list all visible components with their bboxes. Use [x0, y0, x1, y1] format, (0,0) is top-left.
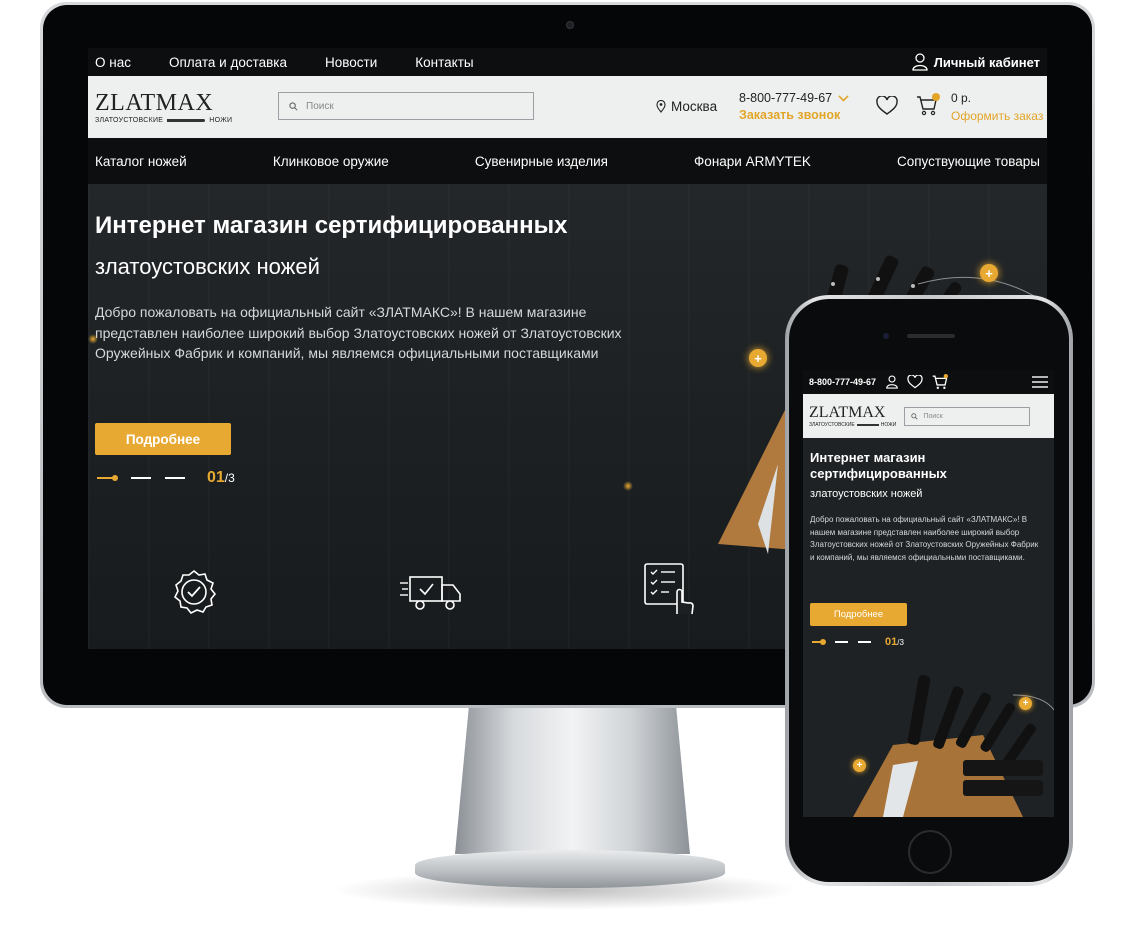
- mobile-logo-subtitle: ЗЛАТОУСТОВСКИЕ НОЖИ: [809, 422, 896, 428]
- catnav-knives[interactable]: Каталог ножей: [95, 154, 187, 169]
- phone-number[interactable]: 8-800-777-49-67: [739, 91, 849, 105]
- chevron-down-icon[interactable]: [838, 94, 849, 102]
- mobile-top-bar: 8-800-777-49-67: [803, 370, 1054, 394]
- badge-check-icon: [173, 569, 217, 615]
- mobile-logo-text: ZLATMAX: [809, 403, 886, 421]
- location-pin-icon: [656, 100, 666, 113]
- logo-text: ZLATMAX: [95, 89, 214, 116]
- slide-dot-2[interactable]: [835, 641, 848, 643]
- category-nav: Каталог ножей Клинковое оружие Сувенирны…: [88, 138, 1047, 184]
- search-placeholder: Поиск: [306, 100, 334, 112]
- nav-payment-delivery[interactable]: Оплата и доставка: [169, 55, 287, 70]
- hotspot-plus-icon[interactable]: +: [749, 349, 767, 367]
- mobile-knife-block-image: [853, 675, 1054, 817]
- logo[interactable]: ZLATMAX ЗЛАТОУСТОВСКИЕ НОЖИ: [95, 91, 245, 124]
- mobile-slider-pagination: 01/3: [812, 636, 904, 648]
- delivery-truck-icon: [400, 576, 461, 610]
- cart-info: 0 р. Оформить заказ: [951, 91, 1043, 123]
- camera-icon: [566, 21, 574, 29]
- mobile-slide-current: 01: [885, 636, 898, 648]
- knife-icon: [167, 118, 206, 122]
- city-label: Москва: [671, 99, 718, 114]
- mobile-search-input[interactable]: Поиск: [904, 406, 1031, 426]
- cart-badge: [932, 93, 940, 101]
- phone-number-text: 8-800-777-49-67: [739, 91, 833, 105]
- header: ZLATMAX ЗЛАТОУСТОВСКИЕ НОЖИ Поиск Москва…: [88, 76, 1047, 138]
- menu-burger-icon[interactable]: [1032, 376, 1048, 388]
- mobile-slide-total: /3: [897, 638, 904, 647]
- mobile-search-placeholder: Поиск: [923, 412, 943, 420]
- checklist-hand-icon: [644, 563, 694, 615]
- mobile-more-button[interactable]: Подробнее: [810, 603, 907, 626]
- more-button[interactable]: Подробнее: [95, 423, 231, 455]
- mobile-slide-counter: 01/3: [885, 636, 904, 648]
- cart-icon[interactable]: [932, 374, 949, 390]
- catnav-flashlights[interactable]: Фонари ARMYTEK: [694, 154, 811, 169]
- nav-about[interactable]: О нас: [95, 55, 131, 70]
- phone-block: 8-800-777-49-67 Заказать звонок: [739, 91, 849, 122]
- knife-icon: [856, 423, 879, 426]
- personal-account-link[interactable]: Личный кабинет: [912, 53, 1040, 71]
- logo-subtitle: ЗЛАТОУСТОВСКИЕ НОЖИ: [95, 117, 245, 124]
- glow-dot: [88, 334, 98, 344]
- heart-icon[interactable]: [907, 375, 923, 389]
- monitor-base: [415, 850, 725, 888]
- search-icon: [289, 101, 298, 110]
- glow-dot: [623, 481, 633, 491]
- phone-speaker: [907, 334, 955, 338]
- mobile-phone-number[interactable]: 8-800-777-49-67: [809, 377, 876, 387]
- monitor-stand: [455, 704, 690, 854]
- hero-subtitle: златоустовских ножей: [95, 254, 320, 279]
- city-selector[interactable]: Москва: [656, 99, 717, 114]
- slider-pagination: 01/3: [97, 469, 235, 487]
- mobile-hero-title: Интернет магазин сертифицированных: [810, 450, 947, 481]
- hero-description: Добро пожаловать на официальный сайт «ЗЛ…: [95, 304, 622, 361]
- front-camera-icon: [883, 333, 889, 339]
- callback-link[interactable]: Заказать звонок: [739, 108, 849, 122]
- cart-sum: 0 р.: [951, 91, 972, 105]
- catnav-related-goods[interactable]: Сопуствующие товары: [897, 154, 1040, 169]
- logo-subtitle-left: ЗЛАТОУСТОВСКИЕ: [95, 116, 164, 124]
- checkout-link[interactable]: Оформить заказ: [951, 109, 1043, 123]
- hero-title: Интернет магазин сертифицированных: [95, 212, 568, 239]
- slide-dot-3[interactable]: [858, 641, 871, 643]
- mobile-icons: [886, 374, 949, 390]
- mobile-logo-subtitle-left: ЗЛАТОУСТОВСКИЕ: [809, 421, 855, 428]
- hotspot-plus-icon[interactable]: +: [1019, 697, 1032, 710]
- search-input[interactable]: Поиск: [278, 92, 534, 120]
- logo-subtitle-right: НОЖИ: [209, 116, 233, 124]
- hotspot-plus-icon[interactable]: +: [980, 264, 998, 282]
- user-icon: [912, 53, 928, 71]
- mobile-hero-subtitle: златоустовских ножей: [810, 488, 923, 500]
- slide-total: /3: [224, 471, 235, 485]
- mobile-screen: 8-800-777-49-67 ZLATMAX ЗЛАТОУСТОВСКИЕ Н…: [803, 370, 1054, 817]
- mobile-header: ZLATMAX ЗЛАТОУСТОВСКИЕ НОЖИ Поиск: [803, 394, 1054, 438]
- heart-icon[interactable]: [876, 96, 898, 116]
- slide-counter: 01/3: [207, 469, 235, 487]
- user-icon[interactable]: [886, 375, 898, 389]
- slide-dot-2[interactable]: [131, 477, 151, 479]
- nav-contacts[interactable]: Контакты: [415, 55, 473, 70]
- cart-button[interactable]: [916, 93, 940, 121]
- home-button[interactable]: [908, 830, 952, 874]
- catnav-bladed-weapons[interactable]: Клинковое оружие: [273, 154, 389, 169]
- slide-dot-1[interactable]: [812, 639, 826, 645]
- mobile-logo[interactable]: ZLATMAX ЗЛАТОУСТОВСКИЕ НОЖИ: [809, 403, 896, 428]
- top-bar: О нас Оплата и доставка Новости Контакты…: [88, 48, 1047, 76]
- search-icon: [911, 412, 918, 420]
- slide-current: 01: [207, 469, 225, 486]
- nav-news[interactable]: Новости: [325, 55, 377, 70]
- mobile-logo-subtitle-right: НОЖИ: [880, 421, 897, 428]
- personal-account-label: Личный кабинет: [933, 54, 1040, 70]
- hotspot-plus-icon[interactable]: +: [853, 759, 866, 772]
- slide-dot-3[interactable]: [165, 477, 185, 479]
- catnav-souvenirs[interactable]: Сувенирные изделия: [475, 154, 608, 169]
- mobile-hero-description: Добро пожаловать на официальный сайт «ЗЛ…: [810, 515, 1039, 562]
- slide-dot-1[interactable]: [97, 475, 118, 481]
